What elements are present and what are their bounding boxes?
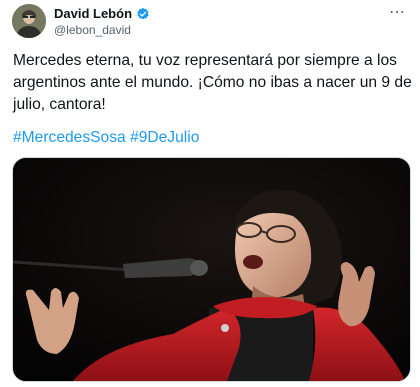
author-name-row: David Lebón [54,6,150,21]
verified-badge-icon [136,7,150,21]
author-display-name[interactable]: David Lebón [54,6,132,21]
tweet-photo[interactable] [12,157,411,382]
author-avatar[interactable] [12,4,46,38]
tweet-text: Mercedes eterna, tu voz representará por… [13,52,412,113]
avatar-image [12,4,46,38]
tweet-card: David Lebón @lebon_david ⋯ Mercedes eter… [0,0,420,387]
author-handle[interactable]: @lebon_david [54,23,131,37]
hashtag-link-9dejulio[interactable]: #9DeJulio [130,129,199,146]
hashtag-link-mercedessosa[interactable]: #MercedesSosa [13,129,126,146]
photo-singer-with-microphone [13,158,410,381]
more-options-icon[interactable]: ⋯ [389,5,406,21]
tweet-hashtags: #MercedesSosa #9DeJulio [13,127,199,149]
